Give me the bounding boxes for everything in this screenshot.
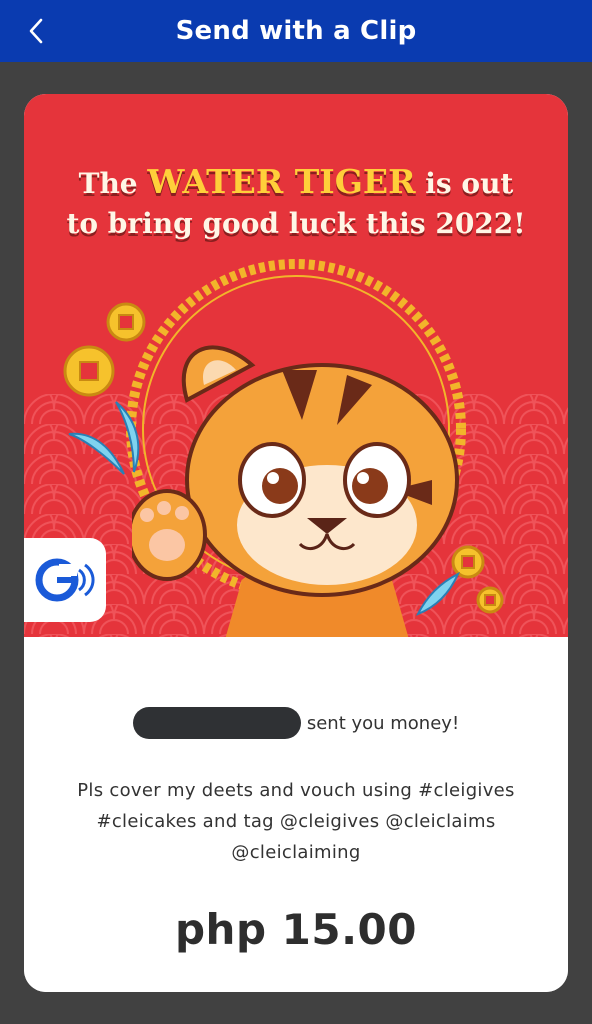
banner-headline: The WATER TIGER is out to bring good luc… xyxy=(24,162,568,244)
sent-text: sent you money! xyxy=(306,712,460,734)
clip-details: sent you money! Pls cover my deets and v… xyxy=(24,637,568,992)
gcash-logo-badge xyxy=(24,538,106,622)
gcash-logo-icon xyxy=(35,558,95,602)
sender-row: sent you money! xyxy=(24,707,568,739)
headline-accent: WATER TIGER xyxy=(147,162,416,201)
coin-icon xyxy=(63,345,115,397)
tiger-illustration xyxy=(132,345,459,637)
app-header: Send with a Clip xyxy=(0,0,592,62)
headline-line2: to bring good luck this 2022! xyxy=(66,207,526,240)
headline-text-end: is out xyxy=(415,167,514,200)
clip-card: The WATER TIGER is out to bring good luc… xyxy=(24,94,568,992)
headline-text: The xyxy=(78,167,148,200)
chevron-left-icon xyxy=(29,18,43,44)
amount-value: php 15.00 xyxy=(174,905,417,954)
back-button[interactable] xyxy=(22,17,50,45)
redacted-sender-name xyxy=(132,707,301,739)
page-title: Send with a Clip xyxy=(175,16,417,46)
clip-banner: The WATER TIGER is out to bring good luc… xyxy=(24,94,568,637)
clip-message: Pls cover my deets and vouch using #clei… xyxy=(77,780,515,863)
